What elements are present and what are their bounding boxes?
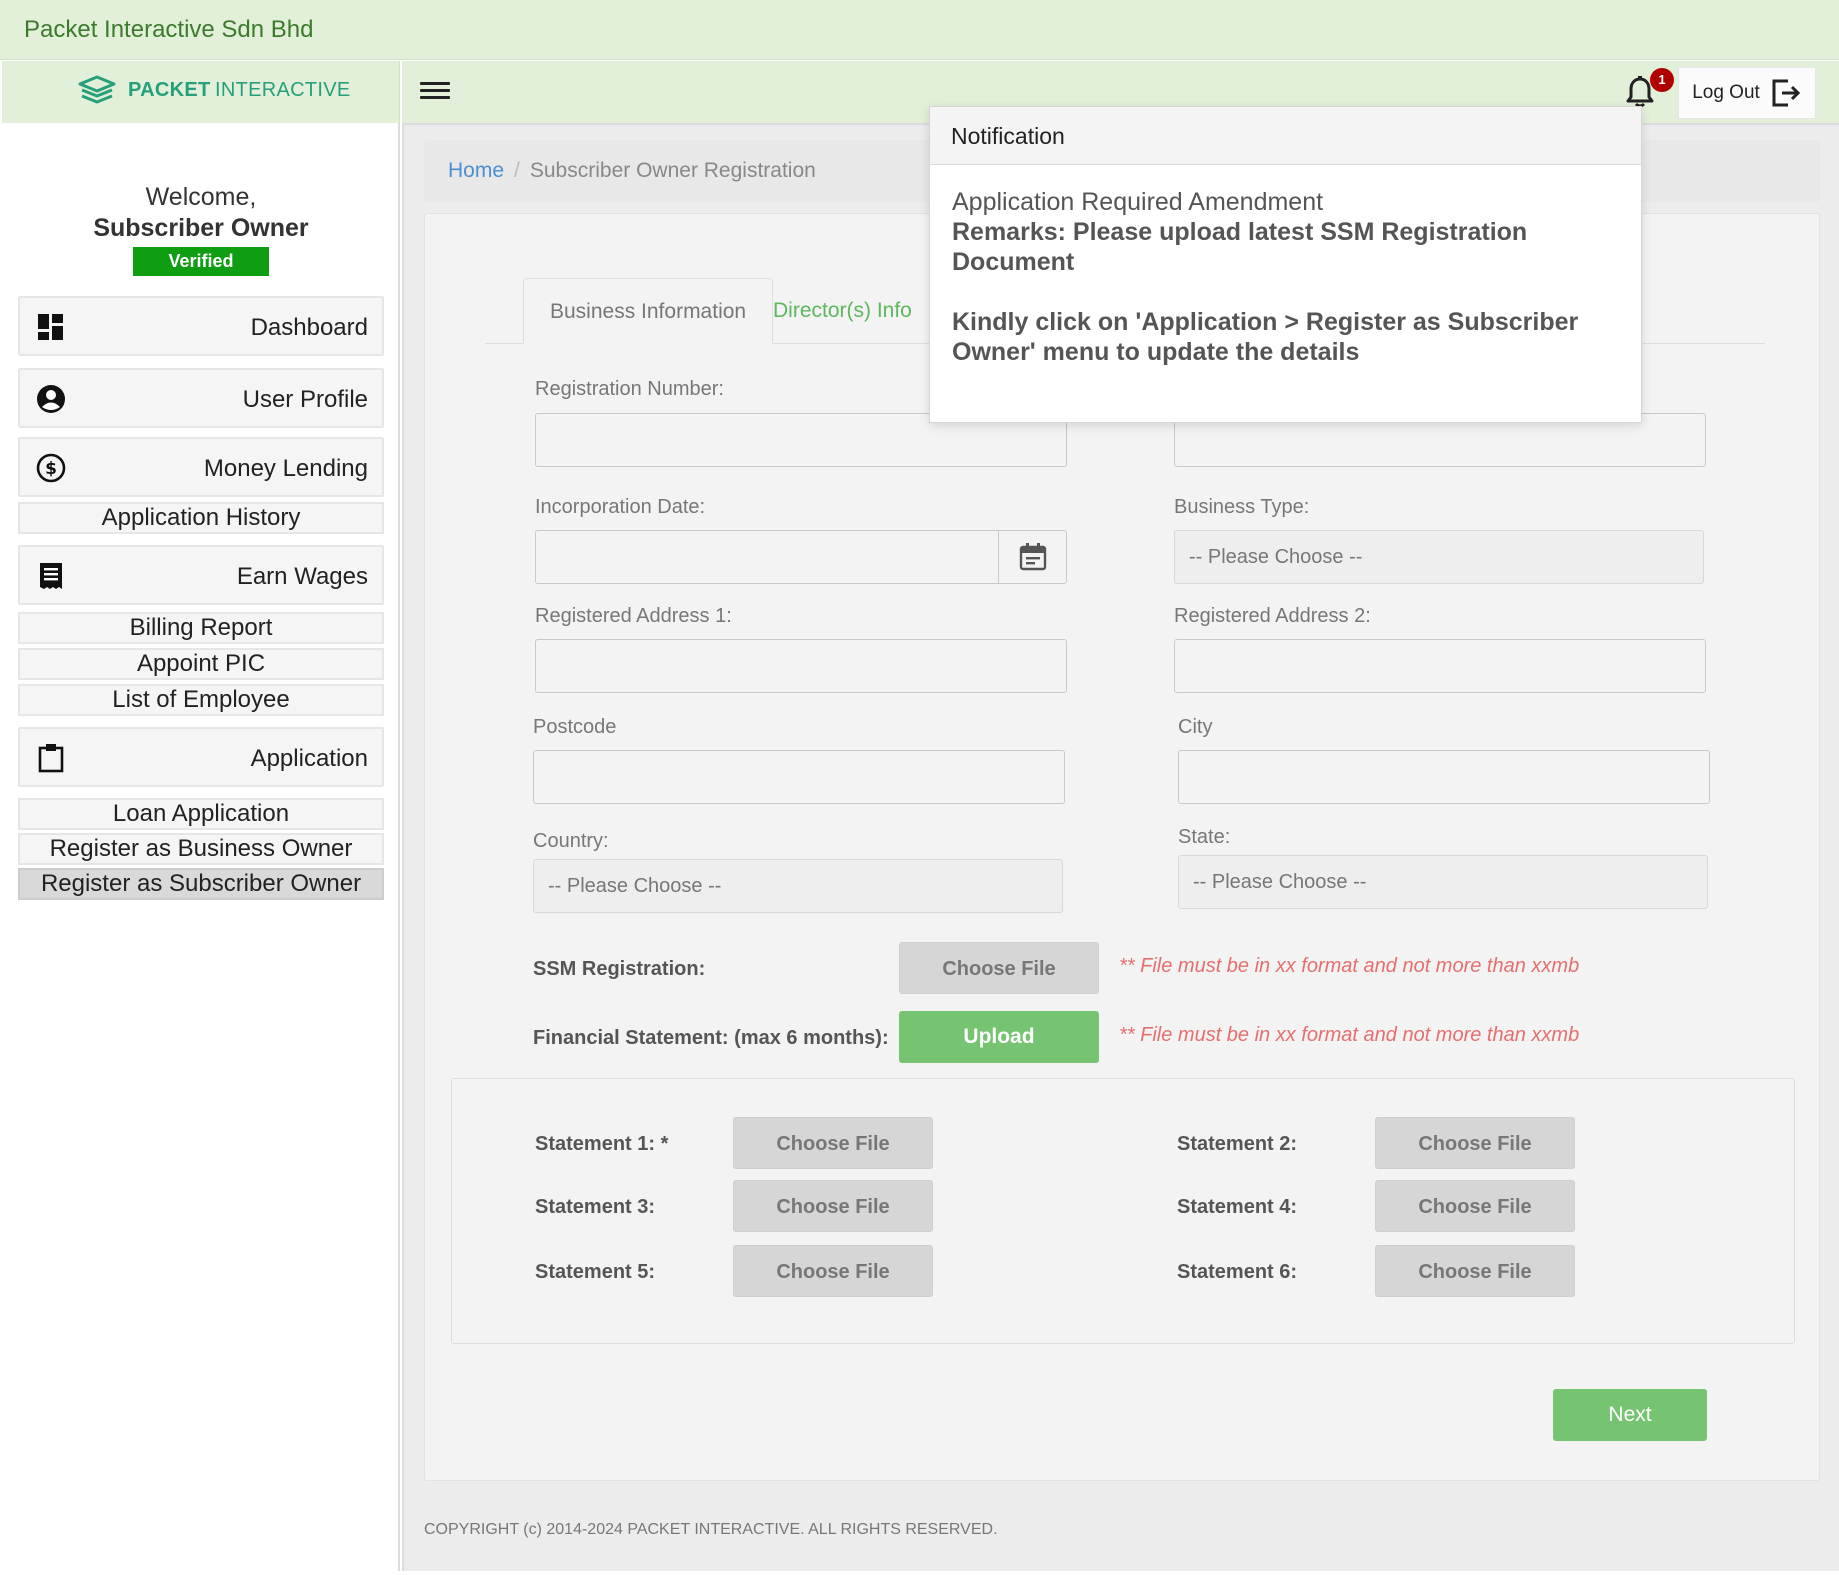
tab-directors-info[interactable]: Director(s) Info: [747, 278, 938, 344]
sidebar-item-label: Dashboard: [250, 314, 368, 341]
statement4-label: Statement 4:: [1177, 1196, 1298, 1218]
statement6-label: Statement 6:: [1177, 1261, 1298, 1283]
country-select[interactable]: -- Please Choose --: [533, 859, 1063, 913]
notification-count-badge: 1: [1650, 68, 1674, 92]
welcome-block: Welcome, Subscriber Owner Verified: [2, 183, 400, 276]
sidebar-item-application-history[interactable]: Application History: [18, 502, 384, 534]
dashboard-icon: [38, 314, 63, 340]
statement3-label: Statement 3:: [535, 1196, 656, 1218]
calendar-icon[interactable]: [998, 531, 1066, 583]
sidebar-item-label: Earn Wages: [236, 563, 368, 590]
notification-remarks: Remarks: Please upload latest SSM Regist…: [952, 218, 1528, 276]
sidebar-item-register-business-owner[interactable]: Register as Business Owner: [18, 833, 384, 865]
registered-address2-input[interactable]: [1174, 639, 1706, 693]
sidebar-item-user-profile[interactable]: User Profile: [18, 368, 384, 428]
statement4-choose-file-button[interactable]: Choose File: [1375, 1180, 1575, 1232]
notification-heading: Application Required Amendment: [952, 188, 1324, 216]
sidebar-item-dashboard[interactable]: Dashboard: [18, 296, 384, 356]
sidebar-item-label: Money Lending: [203, 455, 368, 482]
sidebar-item-money-lending[interactable]: $ Money Lending: [18, 437, 384, 497]
state-label: State:: [1178, 826, 1231, 848]
sidebar-item-earn-wages[interactable]: Earn Wages: [18, 545, 384, 605]
sidebar-item-loan-application[interactable]: Loan Application: [18, 798, 384, 830]
statement1-label: Statement 1: *: [535, 1133, 669, 1155]
business-type-label: Business Type:: [1174, 496, 1310, 518]
notification-body[interactable]: Application Required Amendment Remarks: …: [930, 165, 1641, 367]
notification-title: Notification: [930, 107, 1641, 165]
incorporation-date-label: Incorporation Date:: [535, 496, 706, 518]
ssm-file-hint: ** File must be in xx format and not mor…: [1119, 955, 1580, 977]
business-type-select[interactable]: -- Please Choose --: [1174, 530, 1704, 584]
brand-logo[interactable]: PACKET INTERACTIVE: [78, 75, 351, 105]
logout-button[interactable]: Log Out: [1678, 67, 1816, 119]
company-name: Packet Interactive Sdn Bhd: [24, 16, 314, 43]
financial-statement-label: Financial Statement: (max 6 months):: [533, 1027, 889, 1049]
clipboard-icon: [38, 744, 64, 773]
statement5-choose-file-button[interactable]: Choose File: [733, 1245, 933, 1297]
welcome-text: Welcome,: [145, 183, 257, 211]
layers-logo-icon: [78, 75, 116, 104]
breadcrumb-separator: /: [514, 159, 520, 182]
sidebar-item-billing-report[interactable]: Billing Report: [18, 612, 384, 644]
postcode-input[interactable]: [533, 750, 1065, 804]
country-label: Country:: [533, 830, 609, 852]
financial-file-hint: ** File must be in xx format and not mor…: [1119, 1024, 1580, 1046]
statement6-choose-file-button[interactable]: Choose File: [1375, 1245, 1575, 1297]
menu-toggle-icon[interactable]: [420, 78, 450, 104]
registered-address1-label: Registered Address 1:: [535, 605, 732, 627]
logo-text-strong: PACKET: [128, 78, 211, 101]
sidebar-item-list-of-employee[interactable]: List of Employee: [18, 684, 384, 716]
sidebar: Welcome, Subscriber Owner Verified Dashb…: [2, 123, 400, 1571]
copyright-text: COPYRIGHT (c) 2014-2024 PACKET INTERACTI…: [424, 1521, 998, 1538]
city-label: City: [1178, 716, 1213, 738]
sidebar-item-label: Application: [250, 745, 368, 772]
incorporation-date-input[interactable]: [535, 530, 1067, 584]
svg-text:$: $: [45, 459, 57, 479]
ssm-choose-file-button[interactable]: Choose File: [899, 942, 1099, 994]
logo-bar: PACKET INTERACTIVE: [2, 61, 400, 123]
receipt-icon: [40, 563, 62, 589]
logout-icon: [1772, 79, 1800, 107]
statement3-choose-file-button[interactable]: Choose File: [733, 1180, 933, 1232]
statement5-label: Statement 5:: [535, 1261, 656, 1283]
state-select[interactable]: -- Please Choose --: [1178, 855, 1708, 909]
verified-badge: Verified: [133, 247, 269, 276]
sidebar-item-label: User Profile: [242, 386, 368, 413]
sidebar-item-register-subscriber-owner[interactable]: Register as Subscriber Owner: [18, 868, 384, 900]
logo-text-light: INTERACTIVE: [215, 78, 351, 101]
statement2-choose-file-button[interactable]: Choose File: [1375, 1117, 1575, 1169]
logout-label: Log Out: [1692, 82, 1760, 103]
registered-address1-input[interactable]: [535, 639, 1067, 693]
top-bar: Packet Interactive Sdn Bhd: [0, 0, 1839, 60]
breadcrumb-home-link[interactable]: Home: [448, 159, 504, 182]
registration-number-label: Registration Number:: [535, 378, 724, 400]
sidebar-item-application[interactable]: Application: [18, 727, 384, 787]
statement2-label: Statement 2:: [1177, 1133, 1298, 1155]
city-input[interactable]: [1178, 750, 1710, 804]
user-circle-icon: [37, 385, 65, 413]
notification-popover: Notification Application Required Amendm…: [929, 106, 1642, 423]
user-role: Subscriber Owner: [93, 214, 309, 242]
dollar-circle-icon: $: [36, 453, 66, 483]
tab-business-information[interactable]: Business Information: [523, 278, 774, 344]
next-button[interactable]: Next: [1553, 1389, 1707, 1441]
statements-panel: Statement 1: * Choose File Statement 2: …: [451, 1078, 1795, 1344]
sidebar-item-appoint-pic[interactable]: Appoint PIC: [18, 648, 384, 680]
registered-address2-label: Registered Address 2:: [1174, 605, 1371, 627]
upload-button[interactable]: Upload: [899, 1011, 1099, 1063]
breadcrumb-current: Subscriber Owner Registration: [529, 159, 816, 182]
ssm-registration-label: SSM Registration:: [533, 958, 706, 980]
notification-instruction: Kindly click on 'Application > Register …: [952, 308, 1579, 366]
postcode-label: Postcode: [533, 716, 617, 738]
statement1-choose-file-button[interactable]: Choose File: [733, 1117, 933, 1169]
